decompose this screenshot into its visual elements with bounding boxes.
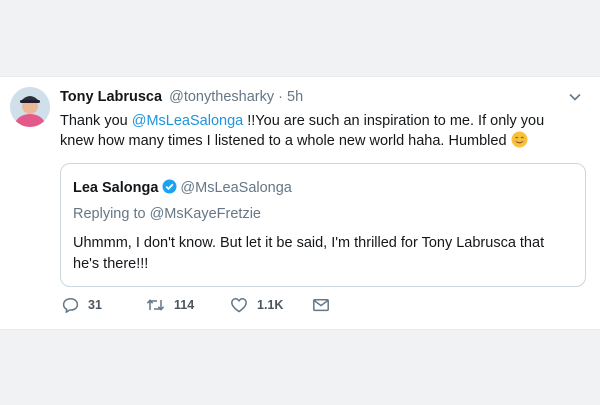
heart-icon [231,298,247,313]
avatar[interactable] [10,87,50,127]
author-handle[interactable]: @tonythesharky [169,89,274,105]
tweet-header: Tony Labrusca @tonythesharky · 5h [60,88,303,106]
reply-count: 31 [88,298,102,312]
tweet-text-start: Thank you [60,113,132,129]
replying-to: Replying to @MsKayeFretzie [73,206,261,222]
reply-button[interactable]: 31 [62,295,102,315]
separator-dot: · [278,89,283,105]
retweet-button[interactable]: 114 [146,295,194,315]
tweet-text: Thank you @MsLeaSalonga !!You are such a… [60,111,580,151]
profile-photo-icon [10,87,50,127]
verified-badge-icon [162,179,177,194]
quoted-tweet-text: Uhmmm, I don't know. But let it be said,… [73,235,545,272]
reply-icon [62,298,79,313]
quoted-tweet-header: Lea Salonga @MsLeaSalonga [73,179,292,197]
quoted-author-handle[interactable]: @MsLeaSalonga [180,180,291,196]
retweet-icon [146,299,165,311]
direct-message-button[interactable] [312,295,330,315]
envelope-icon [313,299,329,312]
like-count: 1.1K [257,298,284,312]
tweet-card[interactable]: Tony Labrusca @tonythesharky · 5h Thank … [0,76,600,330]
smiling-face-emoji-icon [511,131,528,148]
tweet-timestamp[interactable]: 5h [287,89,303,105]
quoted-author-name[interactable]: Lea Salonga [73,180,158,196]
quoted-tweet[interactable]: Lea Salonga @MsLeaSalonga Replying to @M… [60,163,586,287]
author-name[interactable]: Tony Labrusca [60,89,162,105]
retweet-count: 114 [174,298,195,312]
mention-link[interactable]: @MsLeaSalonga [132,113,243,129]
chevron-down-icon[interactable] [568,90,582,104]
like-button[interactable]: 1.1K [230,295,283,315]
